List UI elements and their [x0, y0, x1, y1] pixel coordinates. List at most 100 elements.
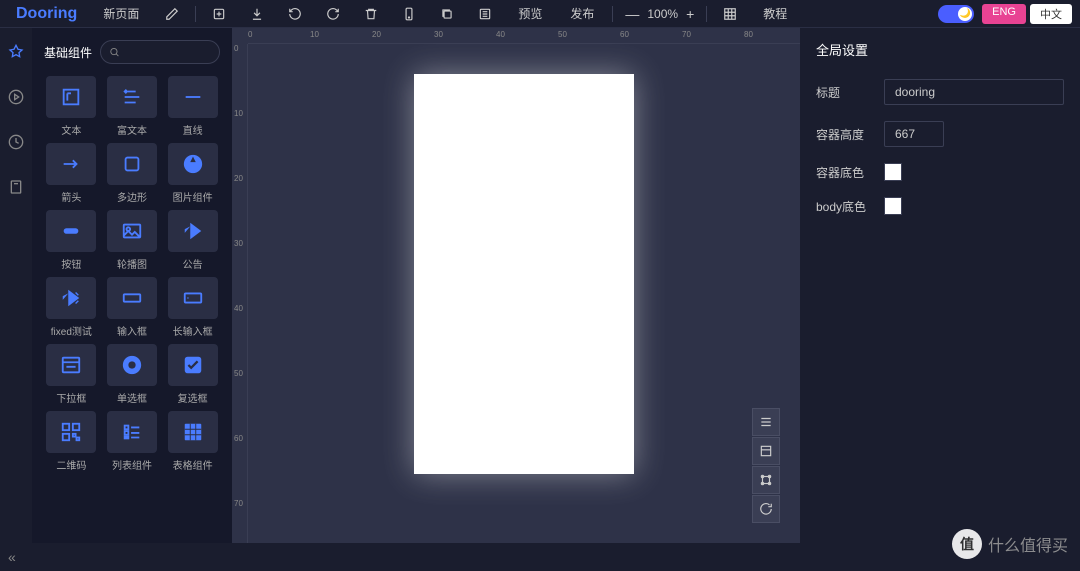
component-label: 富文本	[117, 122, 147, 137]
component-icon	[168, 411, 218, 453]
media-tab-icon[interactable]	[4, 85, 28, 114]
component-label: 图片组件	[173, 189, 213, 204]
ruler-corner	[232, 28, 248, 44]
collapse-sidebar-icon[interactable]: «	[8, 549, 16, 565]
component-icon	[107, 210, 157, 252]
separator	[195, 6, 196, 22]
component-item[interactable]: 箭头	[44, 143, 99, 204]
lang-cn-button[interactable]: 中文	[1030, 4, 1072, 24]
canvas-area: 01020304050607080 010203040506070	[232, 28, 800, 543]
lang-eng-button[interactable]: ENG	[982, 4, 1026, 24]
component-icon	[46, 344, 96, 386]
bottom-bar: «	[0, 543, 1080, 571]
component-icon	[168, 277, 218, 319]
component-item[interactable]: 输入框	[105, 277, 160, 338]
component-label: 文本	[61, 122, 81, 137]
component-label: 下拉框	[56, 390, 86, 405]
component-label: 输入框	[117, 323, 147, 338]
body-bg-label: body底色	[816, 198, 872, 215]
component-search[interactable]	[100, 40, 220, 64]
container-bg-label: 容器底色	[816, 164, 872, 181]
component-item[interactable]: 按钮	[44, 210, 99, 271]
component-label: 二维码	[56, 457, 86, 472]
component-item[interactable]: 文本	[44, 76, 99, 137]
redo-icon[interactable]	[318, 7, 348, 21]
theme-toggle[interactable]: 🌙	[938, 5, 974, 23]
delete-icon[interactable]	[356, 7, 386, 21]
component-item[interactable]: 列表组件	[105, 411, 160, 472]
template-tab-icon[interactable]	[4, 175, 28, 204]
edit-icon[interactable]	[157, 7, 187, 21]
component-icon	[107, 277, 157, 319]
separator	[612, 6, 613, 22]
preview-button[interactable]: 预览	[508, 5, 552, 22]
settings-panel: 全局设置 标题 容器高度 容器底色 body底色	[800, 28, 1080, 543]
container-bg-swatch[interactable]	[884, 163, 902, 181]
main-area: 基础组件 文本 富文本 直线箭头多边形 图片组件按钮轮播图 公告 fixed测试 输入框 长输…	[0, 28, 1080, 543]
component-item[interactable]: 轮播图	[105, 210, 160, 271]
component-icon	[46, 411, 96, 453]
upload-icon[interactable]	[204, 7, 234, 21]
component-icon	[46, 143, 96, 185]
component-item[interactable]: 图片组件	[165, 143, 220, 204]
language-switcher: ENG 中文	[982, 4, 1072, 24]
settings-title: 全局设置	[816, 40, 1064, 59]
component-item[interactable]: 多边形	[105, 143, 160, 204]
component-item[interactable]: 二维码	[44, 411, 99, 472]
download-icon[interactable]	[242, 7, 272, 21]
left-rail	[0, 28, 32, 543]
component-item[interactable]: 表格组件	[165, 411, 220, 472]
bounds-tool-icon[interactable]	[752, 466, 780, 494]
component-icon	[107, 344, 157, 386]
artboard[interactable]	[414, 74, 634, 474]
component-item[interactable]: 富文本	[105, 76, 160, 137]
layers-tool-icon[interactable]	[752, 408, 780, 436]
component-item[interactable]: 直线	[165, 76, 220, 137]
component-item[interactable]: 下拉框	[44, 344, 99, 405]
component-label: 多边形	[117, 189, 147, 204]
component-item[interactable]: 复选框	[165, 344, 220, 405]
component-label: fixed测试	[51, 323, 92, 338]
component-label: 轮播图	[117, 256, 147, 271]
body-bg-swatch[interactable]	[884, 197, 902, 215]
list-icon[interactable]	[470, 7, 500, 21]
canvas-tools	[752, 408, 780, 523]
component-item[interactable]: 长输入框	[165, 277, 220, 338]
component-label: 公告	[183, 256, 203, 271]
component-item[interactable]: 公告	[165, 210, 220, 271]
panel-title: 基础组件	[44, 44, 92, 61]
component-label: 列表组件	[112, 457, 152, 472]
height-input[interactable]	[884, 121, 944, 147]
height-label: 容器高度	[816, 126, 872, 143]
new-page-button[interactable]: 新页面	[93, 5, 149, 22]
component-icon	[168, 143, 218, 185]
component-icon	[168, 210, 218, 252]
publish-button[interactable]: 发布	[560, 5, 604, 22]
zoom-in-button[interactable]: +	[682, 6, 698, 22]
component-icon	[107, 411, 157, 453]
component-icon	[168, 76, 218, 118]
component-item[interactable]: 单选框	[105, 344, 160, 405]
zoom-out-button[interactable]: —	[621, 6, 643, 22]
moon-icon: 🌙	[958, 7, 972, 21]
grid-icon[interactable]	[715, 7, 745, 21]
watermark-text: 什么值得买	[988, 532, 1068, 556]
app-logo: Dooring	[8, 5, 85, 23]
component-label: 复选框	[178, 390, 208, 405]
layout-tool-icon[interactable]	[752, 437, 780, 465]
title-input[interactable]	[884, 79, 1064, 105]
copy-icon[interactable]	[432, 7, 462, 21]
refresh-tool-icon[interactable]	[752, 495, 780, 523]
component-label: 表格组件	[173, 457, 213, 472]
canvas-viewport[interactable]	[248, 44, 800, 543]
history-tab-icon[interactable]	[4, 130, 28, 159]
undo-icon[interactable]	[280, 7, 310, 21]
component-item[interactable]: fixed测试	[44, 277, 99, 338]
component-icon	[46, 210, 96, 252]
mobile-icon[interactable]	[394, 7, 424, 21]
search-input[interactable]	[120, 46, 211, 58]
components-tab-icon[interactable]	[4, 40, 28, 69]
component-label: 直线	[183, 122, 203, 137]
component-icon	[107, 143, 157, 185]
tutorial-button[interactable]: 教程	[753, 5, 797, 22]
